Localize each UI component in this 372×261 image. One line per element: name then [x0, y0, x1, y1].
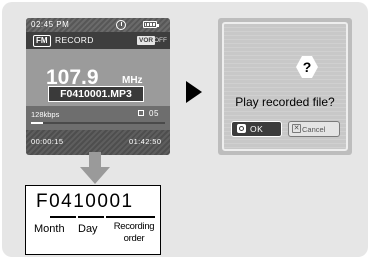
ok-key-icon — [237, 124, 246, 133]
illustration-panel: 02:45 PM FM RECORD VOR OFF 107.9 MHz F04… — [2, 2, 368, 257]
svg-text:?: ? — [303, 59, 312, 75]
right-arrow-icon — [186, 81, 202, 103]
progress-fill — [31, 122, 44, 124]
vor-state: OFF — [154, 37, 167, 44]
question-icon: ? — [296, 56, 318, 78]
elapsed-time: 00:00:15 — [31, 137, 64, 146]
ok-label: OK — [250, 124, 264, 134]
ok-button[interactable]: OK — [231, 121, 282, 137]
mode-bar: FM RECORD VOR OFF — [26, 32, 170, 49]
bitrate: 128kbps — [31, 110, 60, 119]
cancel-button[interactable]: ✕ Cancel — [288, 121, 340, 137]
record-label: RECORD — [55, 35, 94, 45]
filename-legend: F0410001 Month Day Recording order — [25, 185, 161, 255]
total-time: 01:42:50 — [129, 137, 162, 146]
order-underline — [106, 216, 155, 218]
speaker-icon — [138, 110, 144, 116]
legend-order: Recording order — [113, 221, 155, 244]
status-bar: 02:45 PM — [26, 18, 170, 32]
day-underline — [78, 216, 104, 218]
dialog-screen: ? Play recorded file? OK ✕ Cancel — [218, 18, 352, 155]
volume-level: 05 — [149, 109, 159, 118]
dialog-message: Play recorded file? — [235, 95, 335, 109]
battery-icon — [143, 21, 159, 28]
dialog-box: ? Play recorded file? OK ✕ Cancel — [222, 22, 348, 151]
legend-day: Day — [78, 223, 98, 235]
recorded-filename: F0410001.MP3 — [48, 86, 144, 102]
clock-icon — [116, 20, 126, 30]
month-underline — [50, 216, 76, 218]
legend-code: F0410001 — [36, 191, 134, 212]
frequency-unit: MHz — [122, 75, 143, 86]
cancel-label: Cancel — [302, 125, 326, 134]
fm-badge: FM — [33, 35, 51, 47]
down-arrow-icon — [80, 152, 110, 184]
bitrate-row: 128kbps 05 — [26, 106, 170, 130]
legend-month: Month — [34, 223, 65, 235]
progress-bar — [31, 122, 165, 124]
cancel-key-icon: ✕ — [292, 124, 301, 133]
clock-time: 02:45 PM — [31, 20, 70, 29]
vor-badge: VOR — [137, 36, 156, 45]
player-screen: 02:45 PM FM RECORD VOR OFF 107.9 MHz F04… — [26, 18, 170, 155]
